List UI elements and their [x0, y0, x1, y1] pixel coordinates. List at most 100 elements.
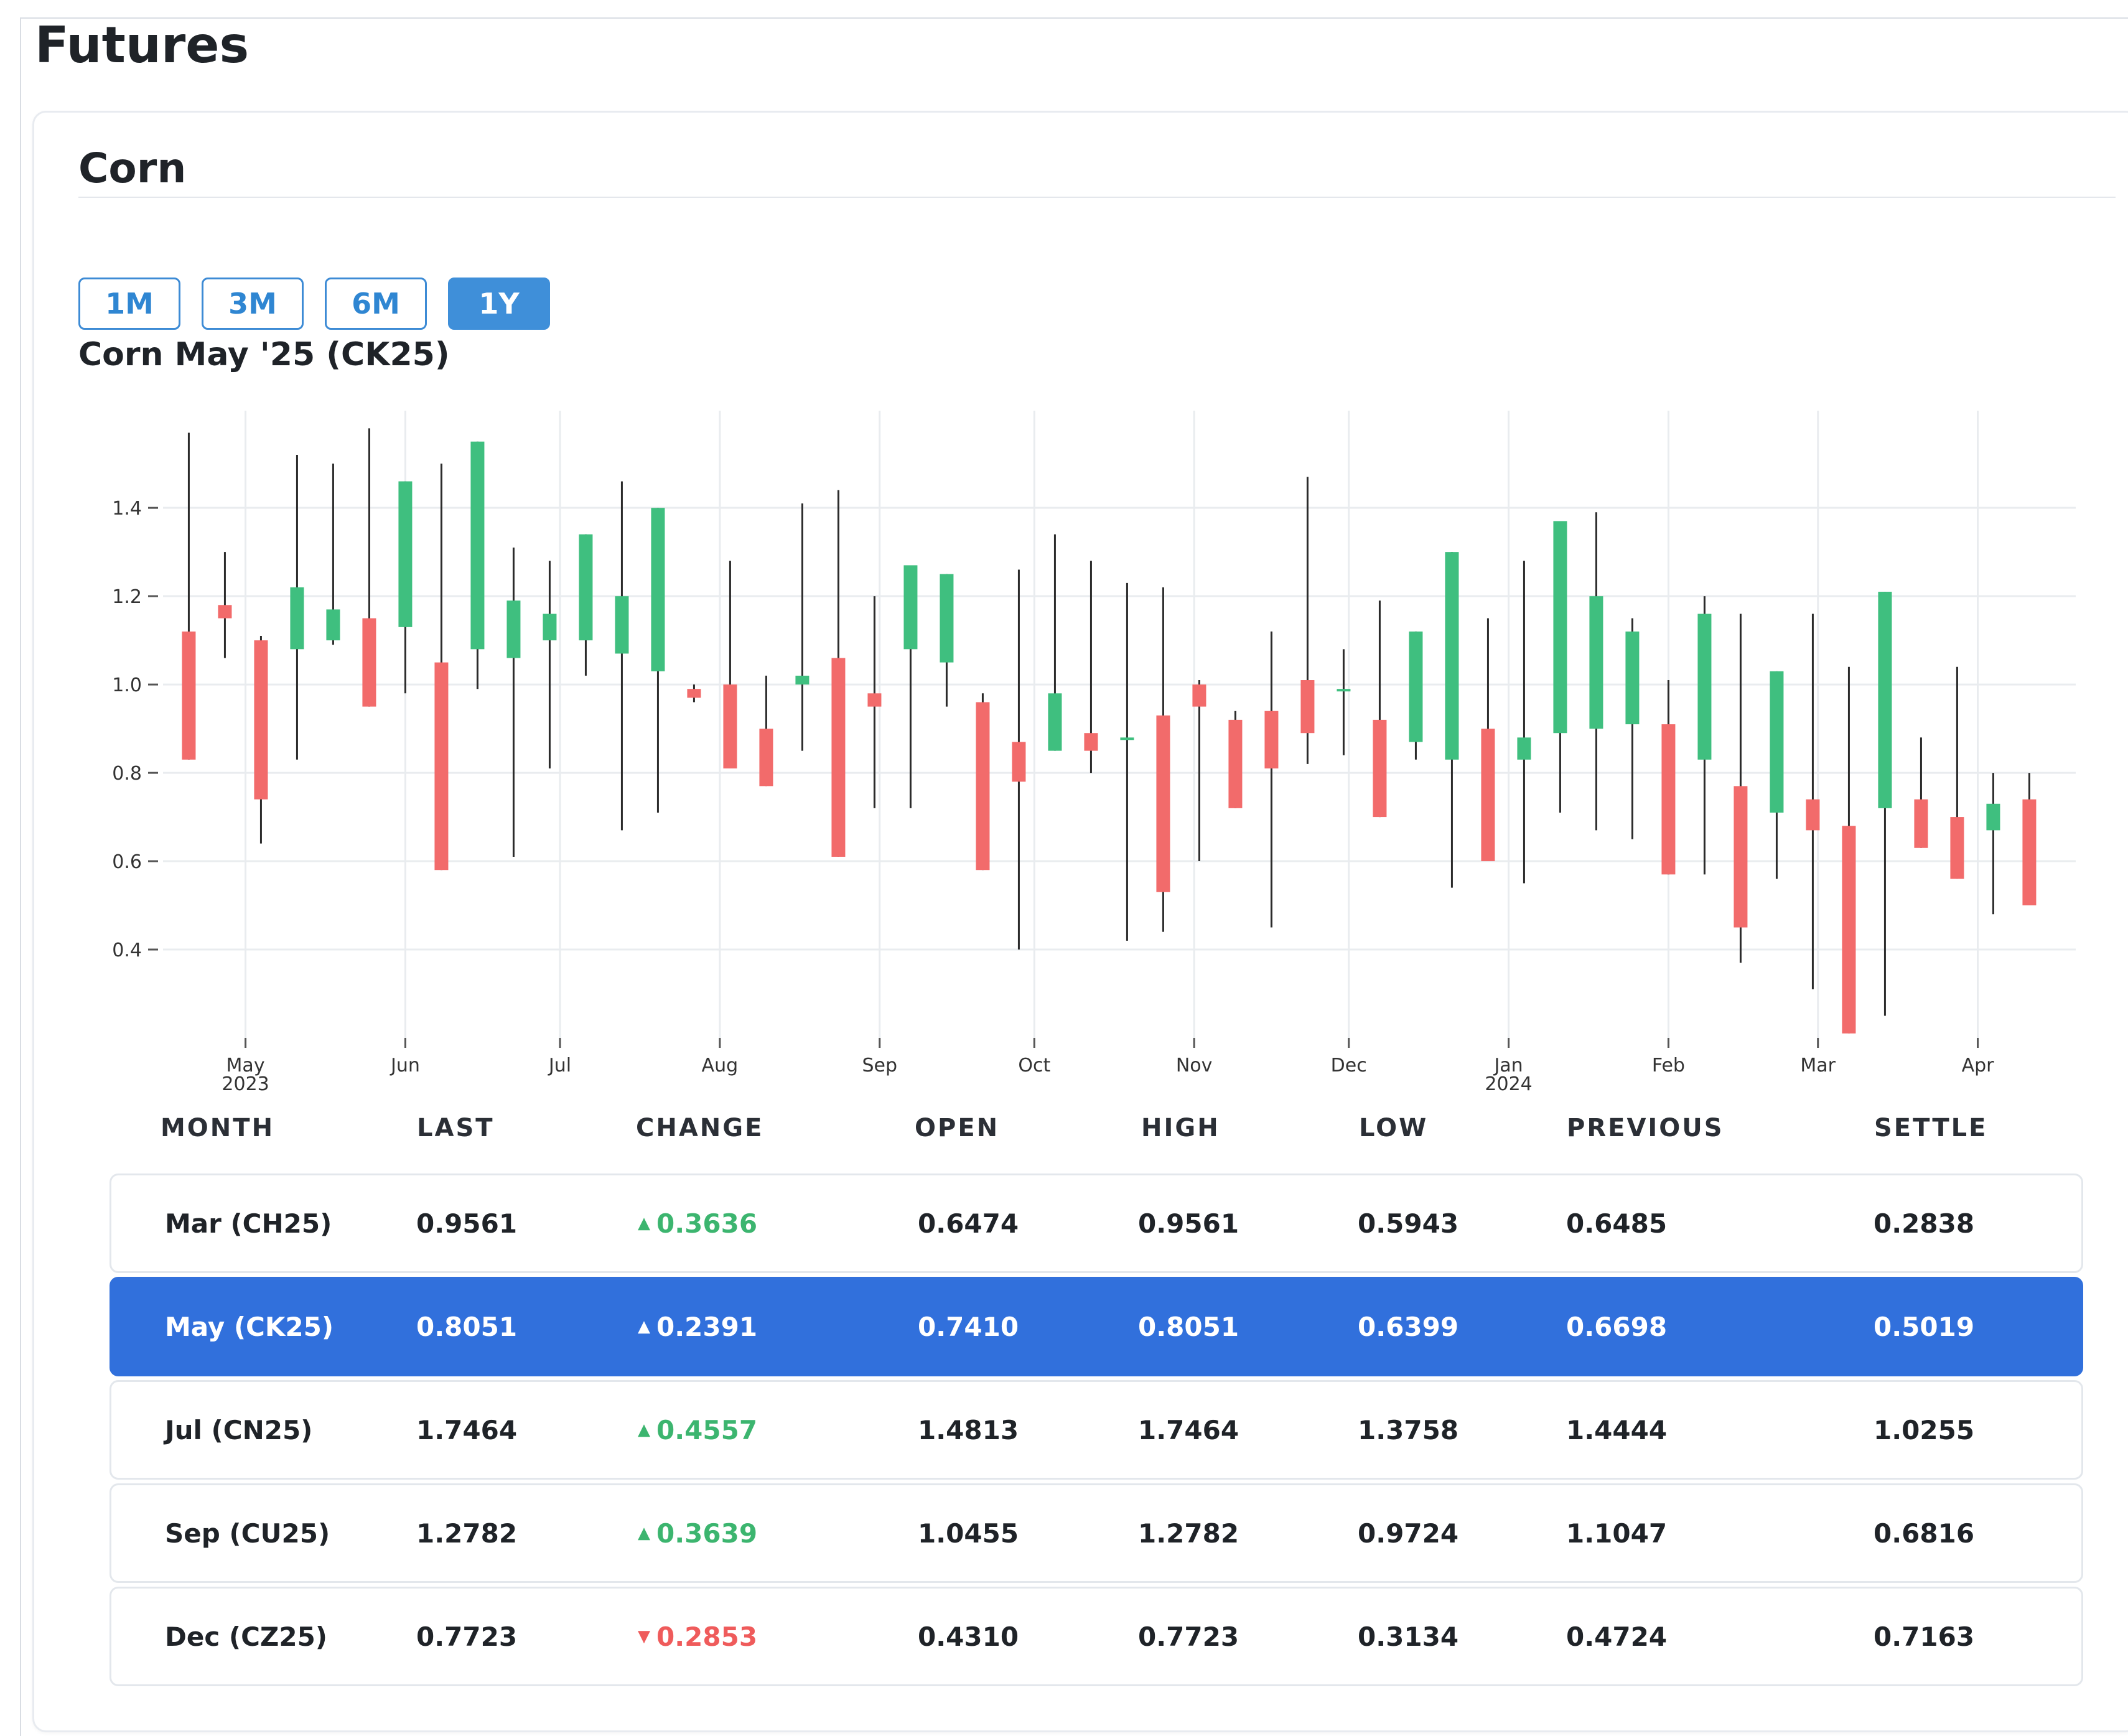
candle-body-up [1625, 631, 1640, 724]
candle-body-down [1950, 817, 1964, 879]
candle-body-up [1697, 614, 1712, 760]
candle-body-down [1734, 786, 1748, 928]
table-row[interactable]: Jul (CN25) 1.7464 ▲ 0.4557 1.4813 1.7464 … [110, 1380, 2083, 1480]
x-tick-label: Oct [1018, 1055, 1050, 1076]
cell-previous: 0.6485 [1566, 1208, 1668, 1239]
candle-body-up [1445, 552, 1459, 760]
cell-open: 0.4310 [918, 1621, 1019, 1652]
cell-month: Sep (CU25) [165, 1518, 330, 1549]
candle-body-up [1337, 689, 1351, 692]
cell-change: ▲ 0.2391 [638, 1279, 757, 1374]
candle-body-down [867, 693, 882, 707]
candle-body-up [326, 609, 340, 641]
header-last: LAST [417, 1114, 495, 1142]
candle-body-up [615, 596, 629, 654]
candle-body-down [1192, 684, 1206, 707]
cell-last: 1.2782 [416, 1518, 518, 1549]
candle-body-up [940, 574, 954, 663]
y-tick-label: 1.2 [112, 586, 142, 608]
cell-change-value: 0.3636 [656, 1208, 758, 1239]
candle-body-down [1373, 719, 1387, 818]
candle-body-down [1264, 711, 1279, 768]
x-tick-label: Nov [1176, 1055, 1213, 1076]
candle-body-down [1661, 724, 1676, 875]
cell-month: Mar (CH25) [165, 1208, 332, 1239]
x-tick-sublabel: 2023 [222, 1073, 269, 1095]
candle-body-up [1048, 693, 1062, 751]
cell-low: 0.6399 [1358, 1311, 1459, 1342]
arrow-up-icon: ▲ [638, 1524, 650, 1542]
candle-body-down [976, 702, 990, 870]
cell-high: 0.9561 [1138, 1208, 1239, 1239]
cell-month: Jul (CN25) [165, 1414, 313, 1445]
cell-change: ▲ 0.3636 [638, 1175, 757, 1271]
candle-body-down [362, 618, 376, 707]
cell-settle: 1.0255 [1874, 1414, 1975, 1445]
cell-settle: 0.2838 [1874, 1208, 1975, 1239]
cell-last: 0.7723 [416, 1621, 518, 1652]
x-tick-label: Feb [1652, 1055, 1685, 1076]
candle-body-down [434, 662, 449, 870]
cell-open: 1.0455 [918, 1518, 1019, 1549]
cell-previous: 1.4444 [1566, 1414, 1668, 1445]
candle-body-down [1300, 680, 1315, 734]
header-previous: PREVIOUS [1567, 1114, 1724, 1142]
cell-low: 0.9724 [1358, 1518, 1459, 1549]
candle-body-down [1842, 826, 1856, 1034]
y-tick-label: 0.8 [112, 763, 142, 785]
arrow-up-icon: ▲ [638, 1421, 650, 1439]
cell-settle: 0.7163 [1874, 1621, 1975, 1652]
candle-body-up [543, 614, 557, 641]
candle-body-up [506, 600, 521, 658]
candle-body-up [1517, 737, 1531, 760]
cell-month: May (CK25) [165, 1311, 334, 1342]
candle-body-up [1553, 521, 1567, 734]
candle-body-down [2022, 799, 2037, 906]
x-tick-label: Aug [702, 1055, 739, 1076]
table-row[interactable]: Mar (CH25) 0.9561 ▲ 0.3636 0.6474 0.9561 … [110, 1174, 2083, 1273]
y-tick-label: 1.4 [112, 498, 142, 520]
candle-body-down [218, 605, 232, 618]
arrow-down-icon: ▼ [638, 1627, 650, 1646]
cell-low: 0.3134 [1358, 1621, 1459, 1652]
candle-body-up [651, 508, 665, 671]
candle-body-down [1228, 719, 1243, 808]
candle-body-down [1806, 799, 1820, 831]
header-change: CHANGE [636, 1114, 764, 1142]
y-tick-label: 0.6 [112, 851, 142, 873]
cell-last: 0.9561 [416, 1208, 518, 1239]
candle-body-up [470, 441, 485, 650]
candle-body-up [903, 565, 918, 650]
cell-previous: 0.6698 [1566, 1311, 1668, 1342]
candle-body-up [1878, 592, 1892, 808]
cell-settle: 0.6816 [1874, 1518, 1975, 1549]
x-tick-sublabel: 2024 [1485, 1073, 1532, 1095]
table-row[interactable]: Sep (CU25) 1.2782 ▲ 0.3639 1.0455 1.2782 … [110, 1483, 2083, 1583]
candle-body-down [1012, 742, 1026, 782]
cell-change: ▼ 0.2853 [638, 1589, 757, 1684]
cell-month: Dec (CZ25) [165, 1621, 327, 1652]
table-row[interactable]: Dec (CZ25) 0.7723 ▼ 0.2853 0.4310 0.7723 … [110, 1587, 2083, 1686]
y-tick-label: 0.4 [112, 940, 142, 961]
cell-change-value: 0.3639 [656, 1518, 758, 1549]
candle-body-down [723, 684, 737, 768]
candle-body-down [1084, 733, 1098, 751]
price-chart: 0.40.60.81.01.21.4May2023Jun Jul Aug Sep Oct… [112, 411, 2076, 1095]
arrow-up-icon: ▲ [638, 1317, 650, 1336]
cell-low: 1.3758 [1358, 1414, 1459, 1445]
cell-open: 1.4813 [918, 1414, 1019, 1445]
arrow-up-icon: ▲ [638, 1214, 650, 1233]
table-row-selected[interactable]: May (CK25) 0.8051 ▲ 0.2391 0.7410 0.8051 … [110, 1277, 2083, 1376]
cell-high: 0.7723 [1138, 1621, 1239, 1652]
candle-body-up [579, 534, 593, 641]
candle-body-up [1770, 671, 1784, 813]
candle-body-down [1481, 729, 1495, 862]
x-tick-label: Jun [390, 1055, 420, 1076]
candle-body-down [687, 689, 701, 698]
candle-body-up [398, 481, 413, 627]
cell-high: 0.8051 [1138, 1311, 1239, 1342]
candle-body-up [290, 587, 304, 650]
candle-body-down [182, 631, 196, 760]
candle-body-up [1986, 803, 2000, 831]
cell-low: 0.5943 [1358, 1208, 1459, 1239]
